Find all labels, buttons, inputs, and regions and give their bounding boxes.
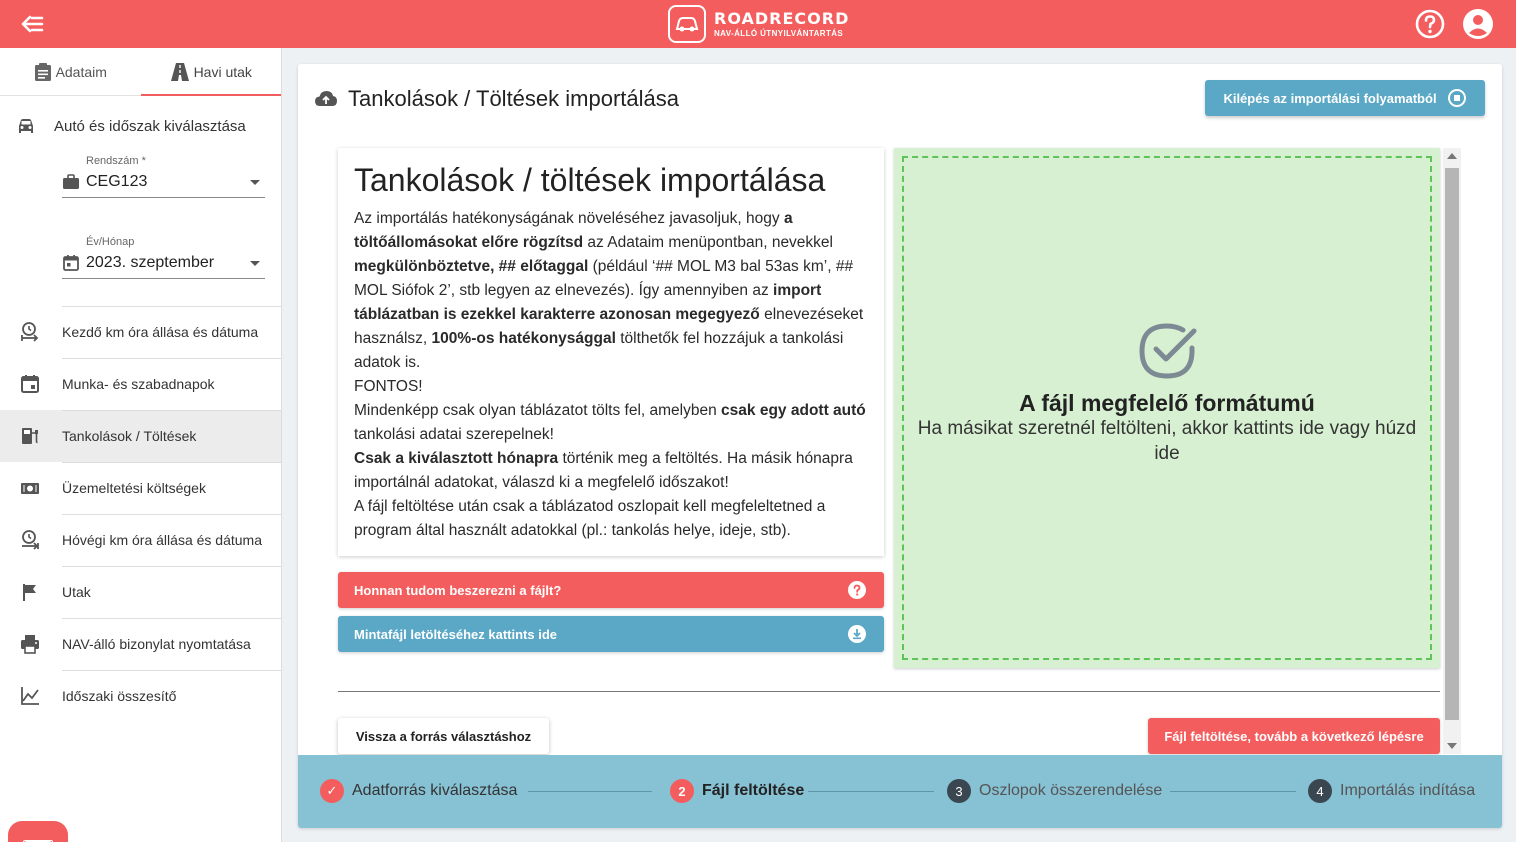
sidebar-item-label: Munka- és szabadnapok [62, 376, 215, 392]
sidebar-tabs: Adataim Havi utak [0, 48, 281, 96]
step-label: Oszlopok összerendelése [979, 782, 1163, 799]
cloud-upload-icon [315, 91, 337, 106]
fuel-pump-icon [22, 428, 38, 444]
car-section-label: Autó és időszak kiválasztása [54, 117, 246, 135]
car-icon [19, 119, 33, 133]
car-logo-icon [668, 5, 706, 43]
brand-logo[interactable]: ROADRECORD NAV-ÁLLÓ ÚTNYILVÁNTARTÁS [668, 4, 849, 44]
step-number: 4 [1308, 779, 1332, 803]
stop-circle-icon [1447, 89, 1466, 107]
road-icon [170, 62, 189, 81]
scroll-thumb[interactable] [1445, 168, 1459, 720]
period-value: 2023. szeptember [86, 254, 215, 271]
car-period-section: Autó és időszak kiválasztása [0, 96, 281, 156]
tab-havi-utak-label: Havi utak [193, 63, 252, 80]
sidebar-menu: Kezdő km óra állása és dátuma Munka- és … [0, 306, 281, 722]
page-title-text: Tankolások / Töltések importálása [348, 86, 679, 111]
flag-icon [23, 584, 36, 601]
sidebar-item-hovegi-km[interactable]: Hóvégi km óra állása és dátuma [0, 514, 281, 566]
plate-select[interactable]: Rendszám * CEG123 [62, 155, 265, 198]
calendar-icon [21, 375, 39, 393]
printer-icon [21, 635, 39, 654]
step-label: Adatforrás kiválasztása [352, 782, 518, 799]
plate-label: Rendszám * [86, 155, 146, 167]
sidebar-item-osszesito[interactable]: Időszaki összesítő [0, 670, 281, 722]
sidebar-item-label: Utak [62, 584, 91, 600]
chevron-down-icon [250, 260, 260, 266]
sample-download-label: Mintafájl letöltéséhez kattints ide [354, 626, 557, 642]
sidebar-item-munkanapok[interactable]: Munka- és szabadnapok [0, 358, 281, 410]
back-arrow-icon[interactable] [20, 12, 46, 36]
sidebar-item-label: Tankolások / Töltések [62, 428, 197, 444]
check-icon: ✓ [320, 779, 344, 803]
step-fajl-feltoltese[interactable]: 2 Fájl feltöltése [670, 779, 804, 803]
sidebar-item-nyomtatas[interactable]: NAV-álló bizonylat nyomtatása [0, 618, 281, 670]
clock-arrow-icon [21, 322, 39, 342]
sample-download-button[interactable]: Mintafájl letöltéséhez kattints ide [338, 616, 884, 652]
help-source-button[interactable]: Honnan tudom beszerezni a fájlt? [338, 572, 884, 608]
help-icon[interactable] [1414, 8, 1446, 40]
sidebar-item-label: Időszaki összesítő [62, 688, 177, 704]
step-importalas[interactable]: 4 Importálás indítása [1308, 779, 1475, 803]
sidebar-item-tankolasok[interactable]: Tankolások / Töltések [0, 410, 281, 462]
upload-next-label: Fájl feltöltése, tovább a következő lépé… [1164, 728, 1424, 744]
info-text: Az importálás hatékonyságának növeléséhe… [354, 210, 866, 539]
chart-line-icon [21, 687, 39, 705]
back-to-source-label: Vissza a forrás választáshoz [355, 728, 532, 744]
exit-import-button[interactable]: Kilépés az importálási folyamatból [1205, 80, 1485, 116]
scrollbar[interactable] [1443, 148, 1461, 754]
money-icon [21, 483, 39, 494]
page-title: Tankolások / Töltések importálása [314, 86, 679, 112]
mail-button[interactable] [8, 821, 68, 842]
tab-adataim-label: Adataim [55, 63, 107, 80]
sidebar-item-utak[interactable]: Utak [0, 566, 281, 618]
help-icon [848, 581, 866, 599]
dropzone-subtitle: Ha másikat szeretnél feltölteni, akkor k… [917, 418, 1417, 464]
sidebar-item-label: Hóvégi km óra állása és dátuma [62, 532, 262, 548]
sidebar-item-label: Üzemeltetési költségek [62, 480, 206, 496]
sidebar-item-label: NAV-álló bizonylat nyomtatása [62, 636, 251, 652]
file-dropzone[interactable]: A fájl megfelelő formátumú Ha másikat sz… [894, 148, 1440, 668]
top-bar: ROADRECORD NAV-ÁLLÓ ÚTNYILVÁNTARTÁS [0, 0, 1516, 48]
info-heading: Tankolások / töltések importálása [354, 162, 826, 198]
plate-value: CEG123 [86, 173, 148, 190]
upload-next-button[interactable]: Fájl feltöltése, tovább a következő lépé… [1148, 718, 1440, 754]
step-label: Importálás indítása [1340, 782, 1476, 799]
step-label: Fájl feltöltése [702, 782, 805, 799]
sidebar-item-kezdo-km[interactable]: Kezdő km óra állása és dátuma [0, 306, 281, 358]
chevron-down-icon [250, 179, 260, 185]
info-panel: Tankolások / töltések importálása Az imp… [338, 148, 884, 556]
dropzone-title: A fájl megfelelő formátumú [1019, 390, 1315, 416]
period-label: Év/Hónap [86, 236, 135, 248]
step-number: 2 [670, 779, 694, 803]
step-number: 3 [947, 779, 971, 803]
sidebar: Adataim Havi utak Autó és időszak kivála… [0, 48, 282, 842]
clock-arrow-icon [22, 530, 39, 550]
check-circle-icon [1139, 323, 1197, 379]
brand-name: ROADRECORD [714, 8, 850, 28]
briefcase-icon [63, 174, 79, 189]
calendar-icon [63, 255, 79, 271]
step-adatforras[interactable]: ✓ Adatforrás kiválasztása [320, 779, 517, 803]
sidebar-item-koltsegek[interactable]: Üzemeltetési költségek [0, 462, 281, 514]
step-oszlopok[interactable]: 3 Oszlopok összerendelése [947, 779, 1162, 803]
import-stepper: ✓ Adatforrás kiválasztása 2 Fájl feltölt… [298, 755, 1502, 828]
download-icon [848, 625, 866, 643]
help-source-label: Honnan tudom beszerezni a fájlt? [354, 582, 562, 598]
back-to-source-button[interactable]: Vissza a forrás választáshoz [338, 718, 549, 754]
tab-havi-utak[interactable]: Havi utak [140, 48, 282, 96]
tab-adataim[interactable]: Adataim [0, 48, 141, 95]
scroll-up-icon[interactable] [1447, 153, 1457, 159]
scroll-down-icon[interactable] [1447, 743, 1457, 749]
divider [338, 691, 1440, 692]
account-icon[interactable] [1462, 8, 1494, 40]
clipboard-icon [34, 62, 51, 81]
brand-tagline: NAV-ÁLLÓ ÚTNYILVÁNTARTÁS [714, 28, 844, 38]
import-card: Tankolások / Töltések importálása Kilépé… [298, 64, 1502, 828]
sidebar-item-label: Kezdő km óra állása és dátuma [62, 324, 259, 340]
exit-import-label: Kilépés az importálási folyamatból [1223, 90, 1437, 106]
period-select[interactable]: Év/Hónap 2023. szeptember [62, 236, 265, 279]
